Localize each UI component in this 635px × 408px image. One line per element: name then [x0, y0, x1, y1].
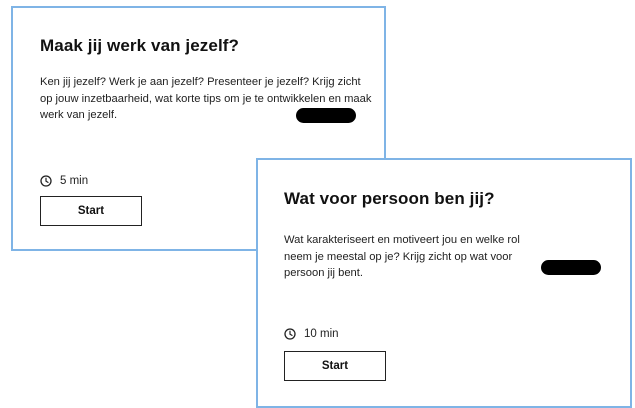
duration: 5 min	[40, 175, 88, 187]
redacted-badge	[296, 108, 356, 123]
redacted-badge	[541, 260, 601, 275]
duration: 10 min	[284, 328, 339, 340]
start-button[interactable]: Start	[284, 351, 386, 381]
card-title: Maak jij werk van jezelf?	[40, 36, 240, 55]
duration-text: 5 min	[60, 175, 89, 187]
start-button[interactable]: Start	[40, 196, 142, 226]
activity-card-2: Wat voor persoon ben jij? Wat karakteris…	[256, 158, 632, 408]
card-description: Wat karakteriseert en motiveert jou en w…	[284, 234, 520, 279]
clock-icon	[40, 175, 52, 187]
duration-text: 10 min	[304, 328, 339, 340]
clock-icon	[284, 328, 296, 340]
card-title: Wat voor persoon ben jij?	[284, 189, 495, 208]
